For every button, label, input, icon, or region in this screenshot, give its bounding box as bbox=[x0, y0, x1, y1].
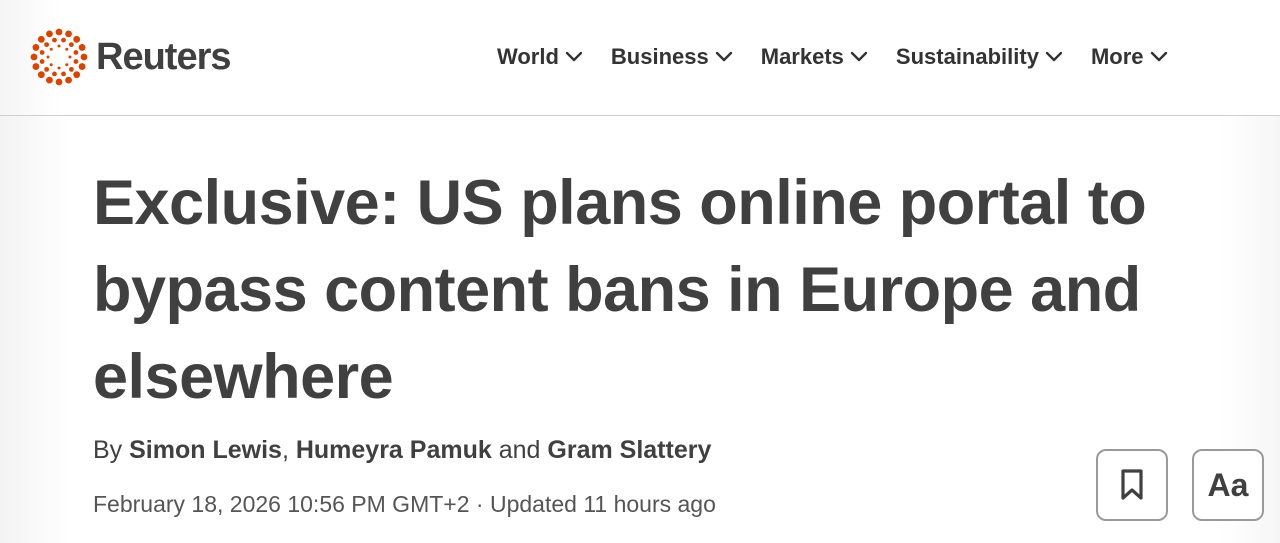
logo-dot bbox=[49, 63, 53, 67]
logo-dot bbox=[78, 44, 86, 51]
logo-dot bbox=[30, 53, 38, 61]
logo-dot bbox=[32, 63, 40, 70]
author-link[interactable]: Humeyra Pamuk bbox=[296, 436, 492, 464]
article-byline: By Simon Lewis, Humeyra Pamuk and Gram S… bbox=[93, 436, 711, 465]
logo-dot bbox=[68, 42, 74, 48]
logo-dot bbox=[32, 44, 40, 51]
updated-time: Updated 11 hours ago bbox=[489, 491, 716, 517]
main-nav: World Business Markets Sustainability Mo… bbox=[497, 40, 1168, 74]
reuters-logo[interactable]: Reuters bbox=[30, 27, 231, 87]
logo-dot bbox=[55, 28, 63, 36]
logo-dot bbox=[37, 35, 45, 43]
reuters-logo-icon bbox=[30, 28, 88, 86]
logo-dot bbox=[65, 63, 69, 67]
bookmark-icon bbox=[1121, 469, 1143, 500]
logo-dot bbox=[65, 47, 69, 51]
brand-name: Reuters bbox=[96, 35, 231, 78]
nav-item-world[interactable]: World bbox=[497, 40, 583, 74]
nav-item-more[interactable]: More bbox=[1091, 40, 1168, 74]
logo-dot bbox=[73, 50, 79, 55]
nav-item-sustainability[interactable]: Sustainability bbox=[896, 40, 1063, 74]
logo-dot bbox=[46, 30, 53, 38]
article-headline: Exclusive: US plans online portal to byp… bbox=[93, 168, 1147, 412]
logo-dot bbox=[61, 37, 66, 43]
logo-dot bbox=[39, 50, 45, 55]
logo-dot bbox=[65, 76, 72, 84]
byline-conjunction: and bbox=[491, 436, 548, 464]
nav-item-label: More bbox=[1090, 44, 1144, 69]
logo-dot bbox=[80, 53, 88, 61]
logo-dot bbox=[46, 76, 53, 84]
logo-dot bbox=[65, 30, 72, 38]
logo-dot bbox=[52, 71, 57, 77]
byline-prefix: By bbox=[93, 436, 130, 464]
logo-dot bbox=[46, 55, 50, 59]
text-size-button[interactable]: Aa bbox=[1192, 449, 1264, 521]
logo-dot bbox=[78, 63, 86, 70]
logo-dot bbox=[52, 37, 57, 43]
byline-separator: , bbox=[281, 436, 296, 464]
logo-dot bbox=[39, 59, 45, 64]
article-dateline: February 18, 2026 10:56 PM GMT+2 · Updat… bbox=[93, 491, 716, 518]
site-header: Reuters World Business Markets Sustainab… bbox=[0, 0, 1280, 116]
logo-dot bbox=[49, 47, 53, 51]
logo-dot bbox=[44, 66, 50, 72]
chevron-down-icon bbox=[565, 51, 583, 62]
chevron-down-icon bbox=[715, 51, 732, 62]
chevron-down-icon bbox=[850, 51, 868, 62]
logo-dot bbox=[68, 55, 72, 59]
logo-dot bbox=[73, 59, 79, 64]
nav-item-business[interactable]: Business bbox=[611, 40, 733, 74]
publish-date: February 18, 2026 10:56 PM GMT+2 bbox=[93, 491, 470, 517]
logo-dot bbox=[44, 42, 50, 48]
logo-dot bbox=[57, 44, 61, 48]
logo-dot bbox=[37, 71, 45, 79]
logo-dot bbox=[73, 35, 81, 43]
logo-dot bbox=[57, 66, 61, 70]
chevron-down-icon bbox=[1045, 51, 1063, 62]
logo-dot bbox=[68, 66, 74, 72]
nav-item-label: Business bbox=[610, 44, 709, 69]
nav-item-label: World bbox=[497, 44, 559, 69]
text-size-label: Aa bbox=[1207, 466, 1249, 503]
page: Reuters World Business Markets Sustainab… bbox=[0, 0, 1280, 543]
author-link[interactable]: Simon Lewis bbox=[129, 436, 282, 464]
logo-dot bbox=[55, 78, 63, 86]
bookmark-button[interactable] bbox=[1096, 449, 1168, 521]
logo-dot bbox=[61, 71, 66, 77]
logo-dot bbox=[73, 71, 81, 79]
nav-item-label: Markets bbox=[760, 44, 844, 69]
nav-item-label: Sustainability bbox=[895, 44, 1039, 69]
date-separator: · bbox=[469, 491, 490, 517]
nav-item-markets[interactable]: Markets bbox=[761, 40, 868, 74]
chevron-down-icon bbox=[1150, 51, 1167, 62]
author-link[interactable]: Gram Slattery bbox=[547, 436, 711, 464]
